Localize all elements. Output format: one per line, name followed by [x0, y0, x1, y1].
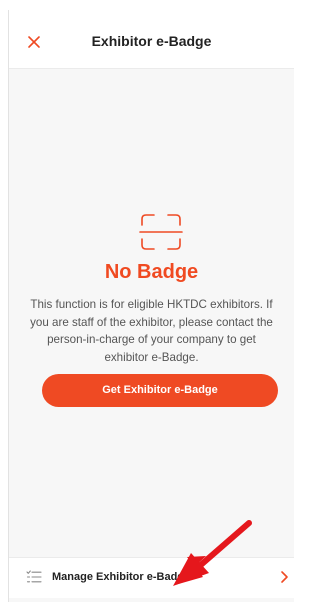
empty-state-heading: No Badge [104, 261, 199, 283]
app-screen: Exhibitor e-Badge No Badge This function… [8, 10, 294, 602]
empty-state-description: This function is for eligible HKTDC exhi… [30, 298, 273, 364]
page-title: Exhibitor e-Badge [91, 33, 212, 49]
top-bar: Exhibitor e-Badge [9, 10, 294, 69]
chevron-right-icon [281, 571, 288, 583]
list-icon [26, 570, 42, 583]
scan-frame-icon [139, 214, 183, 250]
get-exhibitor-badge-button[interactable]: Get Exhibitor e-Badge [42, 374, 278, 407]
annotation-arrow-icon [173, 520, 252, 586]
